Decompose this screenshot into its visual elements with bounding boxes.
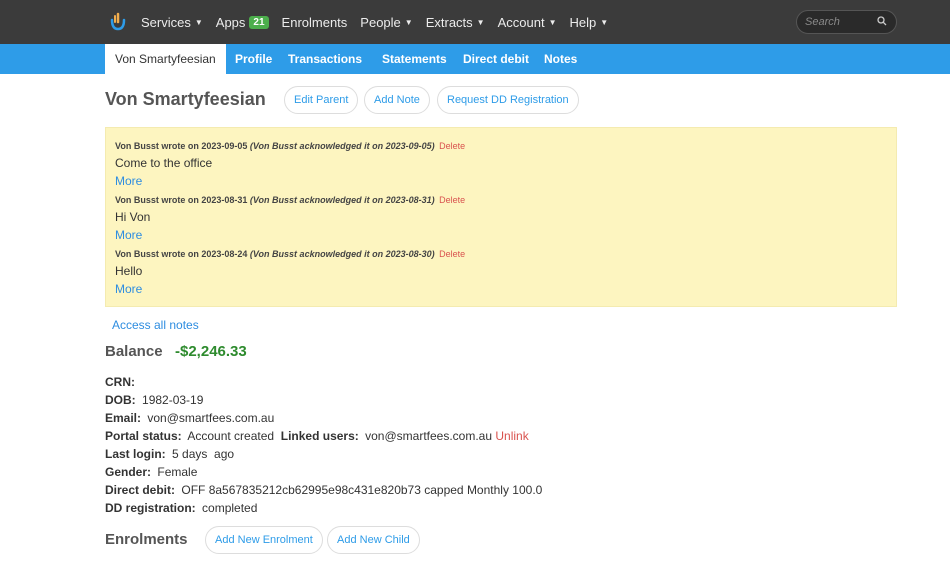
nav-services-label: Services <box>141 14 191 30</box>
nav-account[interactable]: Account ▼ <box>498 15 557 30</box>
nav-apps-label: Apps <box>215 14 246 30</box>
search-box <box>796 10 897 34</box>
notes-panel: Von Busst wrote on 2023-09-05 (Von Busst… <box>105 127 897 307</box>
note-header: Von Busst wrote on 2023-08-31 (Von Busst… <box>115 195 465 205</box>
hand-logo-icon[interactable] <box>108 11 128 31</box>
portal-status-label: Portal status: <box>105 429 182 443</box>
detail-last-login: Last login: 5 days ago <box>105 447 234 461</box>
portal-status-value: Account created <box>187 429 275 443</box>
apps-count-badge: 21 <box>249 15 269 29</box>
note-acknowledged: (Von Busst acknowledged it on 2023-08-30… <box>249 249 435 259</box>
add-new-child-button[interactable]: Add New Child <box>327 526 420 554</box>
delete-note-link[interactable]: Delete <box>439 249 465 259</box>
nav-extracts-label: Extracts <box>425 14 473 30</box>
last-login-label: Last login: <box>105 447 166 461</box>
note-acknowledged: (Von Busst acknowledged it on 2023-09-05… <box>249 141 435 151</box>
nav-enrolments-label: Enrolments <box>281 14 348 30</box>
detail-gender: Gender: Female <box>105 465 197 479</box>
nav-account-label: Account <box>497 14 545 30</box>
linked-users-value: von@smartfees.com.au <box>365 429 493 443</box>
add-note-button[interactable]: Add Note <box>364 86 430 114</box>
gender-label: Gender: <box>105 465 152 479</box>
tab-statements[interactable]: Statements <box>382 44 447 74</box>
linked-users-label: Linked users: <box>280 429 359 443</box>
note-acknowledged: (Von Busst acknowledged it on 2023-08-31… <box>249 195 435 205</box>
tab-transactions[interactable]: Transactions <box>288 44 362 74</box>
note-more-link[interactable]: More <box>115 174 142 188</box>
note-author-date: Von Busst wrote on 2023-09-05 <box>115 141 248 151</box>
note-author-date: Von Busst wrote on 2023-08-31 <box>115 195 248 205</box>
detail-email: Email: von@smartfees.com.au <box>105 411 274 425</box>
dd-registration-value: completed <box>202 501 258 515</box>
last-login-value: 5 days ago <box>172 447 235 461</box>
page-title: Von Smartyfeesian <box>105 89 266 109</box>
caret-down-icon: ▼ <box>476 17 485 27</box>
note-more-link[interactable]: More <box>115 228 142 242</box>
direct-debit-value: OFF 8a567835212cb62995e98c431e820b73 cap… <box>181 483 543 497</box>
tab-notes[interactable]: Notes <box>544 44 577 74</box>
caret-down-icon: ▼ <box>404 17 413 27</box>
access-all-notes-link[interactable]: Access all notes <box>112 318 199 332</box>
delete-note-link[interactable]: Delete <box>439 195 465 205</box>
note-text: Hello <box>115 264 143 278</box>
nav-apps[interactable]: Apps 21 <box>216 15 269 30</box>
search-input[interactable] <box>805 16 875 28</box>
note-text: Come to the office <box>115 156 213 170</box>
note-header: Von Busst wrote on 2023-09-05 (Von Busst… <box>115 141 465 151</box>
edit-parent-button[interactable]: Edit Parent <box>284 86 359 114</box>
note-author-date: Von Busst wrote on 2023-08-24 <box>115 249 248 259</box>
sub-navbar: Von Smartyfeesian Profile Transactions S… <box>0 44 950 74</box>
search-icon[interactable] <box>877 16 887 26</box>
email-value: von@smartfees.com.au <box>147 411 275 425</box>
dob-label: DOB: <box>105 393 136 407</box>
unlink-link[interactable]: Unlink <box>495 429 528 443</box>
balance-label: Balance <box>105 343 163 360</box>
note-more-link[interactable]: More <box>115 282 142 296</box>
nav-extracts[interactable]: Extracts ▼ <box>426 15 485 30</box>
tab-direct-debit[interactable]: Direct debit <box>463 44 529 74</box>
balance-value: -$2,246.33 <box>175 343 247 360</box>
add-new-enrolment-button[interactable]: Add New Enrolment <box>205 526 323 554</box>
caret-down-icon: ▼ <box>600 17 609 27</box>
detail-dob: DOB: 1982-03-19 <box>105 393 203 407</box>
nav-services[interactable]: Services ▼ <box>141 15 203 30</box>
crn-label: CRN: <box>105 375 135 389</box>
note-header: Von Busst wrote on 2023-08-24 (Von Busst… <box>115 249 465 259</box>
note-text: Hi Von <box>115 210 151 224</box>
caret-down-icon: ▼ <box>548 17 557 27</box>
nav-help-label: Help <box>569 14 597 30</box>
nav-people[interactable]: People ▼ <box>360 15 412 30</box>
enrolments-heading: Enrolments <box>105 531 188 548</box>
email-label: Email: <box>105 411 142 425</box>
delete-note-link[interactable]: Delete <box>439 141 465 151</box>
gender-value: Female <box>157 465 198 479</box>
main-nav: Services ▼ Apps 21 Enrolments People ▼ E… <box>141 0 621 44</box>
request-dd-registration-button[interactable]: Request DD Registration <box>437 86 579 114</box>
tab-profile[interactable]: Profile <box>235 44 272 74</box>
tab-overview[interactable]: Von Smartyfeesian <box>105 44 226 74</box>
detail-direct-debit: Direct debit: OFF 8a567835212cb62995e98c… <box>105 483 542 497</box>
detail-dd-registration: DD registration: completed <box>105 501 257 515</box>
nav-enrolments[interactable]: Enrolments <box>282 15 348 30</box>
top-navbar: Services ▼ Apps 21 Enrolments People ▼ E… <box>0 0 950 44</box>
detail-portal-status: Portal status: Account created Linked us… <box>105 429 529 443</box>
caret-down-icon: ▼ <box>194 17 203 27</box>
dob-value: 1982-03-19 <box>142 393 204 407</box>
dd-registration-label: DD registration: <box>105 501 196 515</box>
direct-debit-label: Direct debit: <box>105 483 176 497</box>
detail-crn: CRN: <box>105 375 138 389</box>
nav-help[interactable]: Help ▼ <box>570 15 609 30</box>
nav-people-label: People <box>360 14 401 30</box>
